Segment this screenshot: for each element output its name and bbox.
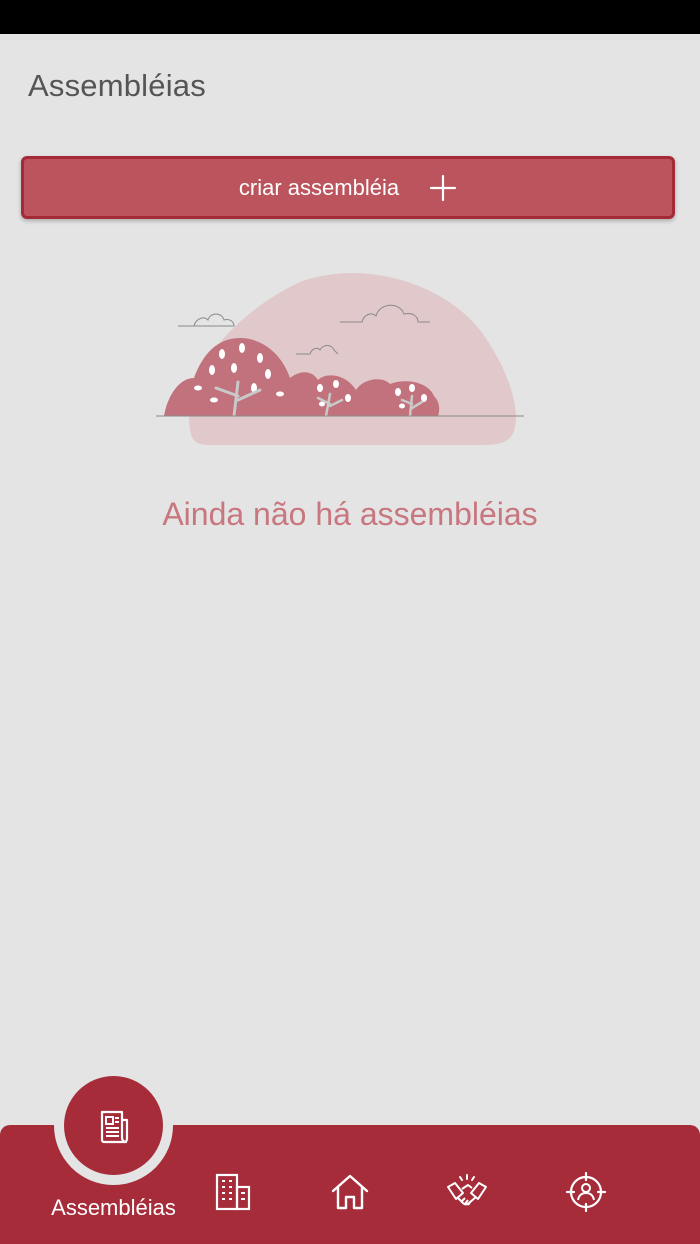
create-assembly-button[interactable]: criar assembléia [21,156,675,219]
nav-item-assembleias[interactable] [64,1076,163,1175]
newspaper-icon [100,1110,128,1143]
handshake-icon [447,1174,487,1206]
building-icon [215,1173,251,1211]
plus-icon [429,174,457,201]
empty-state-illustration [156,273,524,446]
nav-item-home[interactable] [326,1168,374,1216]
person-target-icon [565,1171,607,1213]
nav-label-assembleias: Assembléias [51,1195,176,1220]
nav-item-profile[interactable] [562,1168,610,1216]
status-bar [0,0,700,34]
create-assembly-label: criar assembléia [238,174,400,200]
nav-item-buildings[interactable] [208,1168,256,1216]
empty-state-message: Ainda não há assembléias [162,496,538,532]
home-icon [331,1174,369,1210]
page-title: Assembléias [28,68,206,103]
nav-item-partnerships[interactable] [443,1168,491,1216]
